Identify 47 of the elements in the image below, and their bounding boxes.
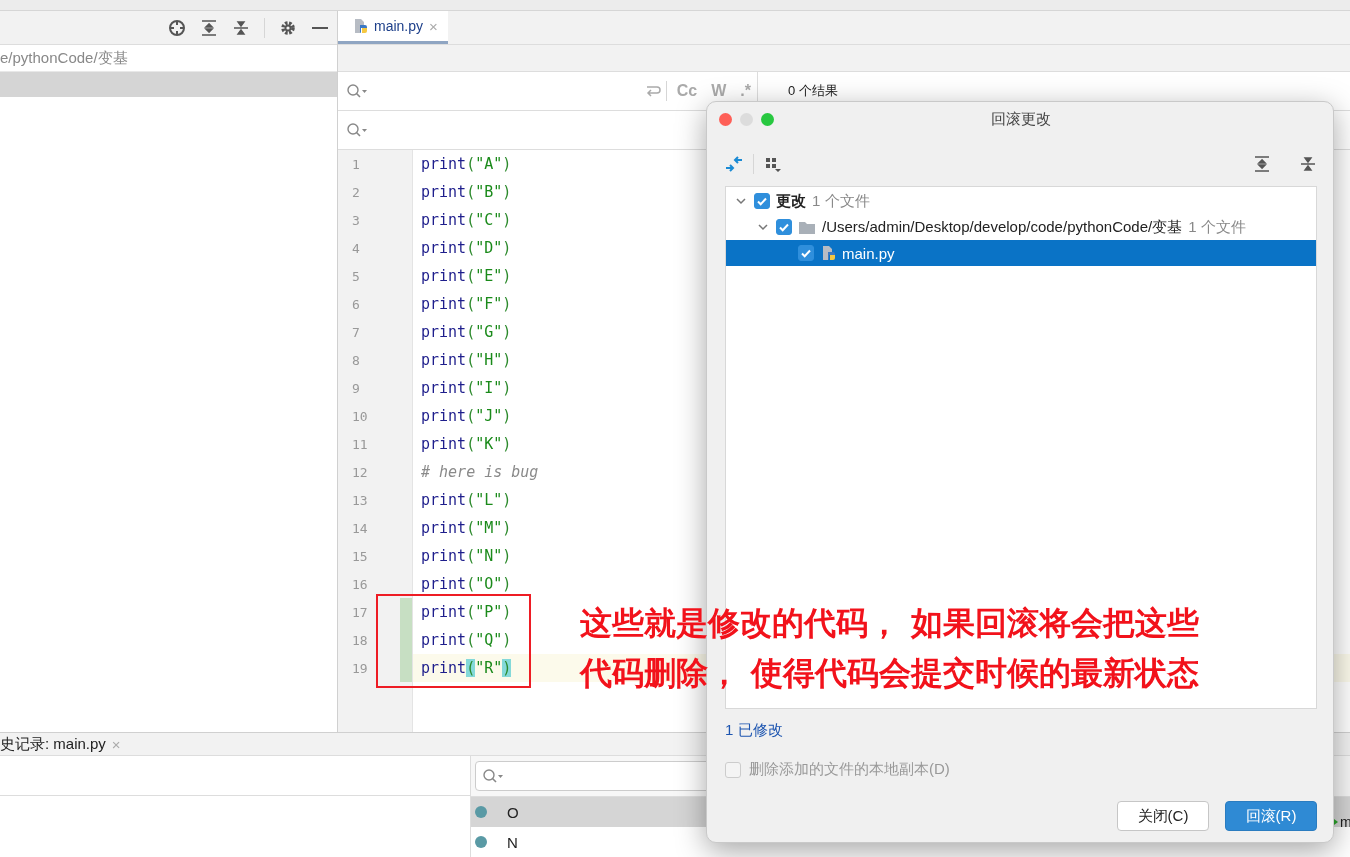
code-line: print("R") (420, 658, 512, 679)
code-line: print("N") (420, 546, 512, 567)
line-number: 4 (351, 239, 361, 258)
result-count: 0 个结果 (787, 82, 839, 100)
checkbox-label: 删除添加的文件的本地副本(D) (749, 760, 950, 779)
line-number: 14 (351, 519, 369, 538)
line-number: 5 (351, 267, 361, 286)
line-number: 1 (351, 155, 361, 174)
code-line: print("F") (420, 294, 512, 315)
code-line: print("L") (420, 490, 512, 511)
line-number: 11 (351, 435, 369, 454)
code-line: print("Q") (420, 630, 512, 651)
code-line: print("A") (420, 154, 512, 175)
tree-label: 更改 (776, 191, 806, 211)
line-number: 10 (351, 407, 369, 426)
line-number: 7 (351, 323, 361, 342)
line-number: 3 (351, 211, 361, 230)
line-number: 12 (351, 463, 369, 482)
code-line: print("H") (420, 350, 512, 371)
code-line: print("K") (420, 434, 512, 455)
code-comment: # here is bug (420, 462, 539, 483)
edge-text: m (1340, 814, 1350, 830)
code-line: print("M") (420, 518, 512, 539)
breadcrumb-path: e/pythonCode/变基 (0, 48, 128, 68)
code-line: print("O") (420, 574, 512, 595)
code-line: print("D") (420, 238, 512, 259)
code-line: print("B") (420, 182, 512, 203)
annotation-text: 这些就是修改的代码， 如果回滚将会把这些 (580, 603, 1200, 644)
tree-label: /Users/admin/Desktop/develop/code/pythonCode/变基 (822, 217, 1183, 237)
tree-label: main.py (842, 244, 895, 262)
line-number: 16 (351, 575, 369, 594)
file-count: 1 个文件 (1188, 217, 1246, 237)
line-number: 2 (351, 183, 361, 202)
annotation-text: 代码删除， 使得代码会提交时候的最新状态 (580, 653, 1200, 694)
code-line: print("C") (420, 210, 512, 231)
dialog-title: 回滚更改 (991, 109, 1051, 127)
code-line: print("G") (420, 322, 512, 343)
code-line: print("E") (420, 266, 512, 287)
code-line: print("P") (420, 602, 512, 623)
line-number: 15 (351, 547, 369, 566)
code-line: print("J") (420, 406, 512, 427)
line-number: 6 (351, 295, 361, 314)
code-line: print("I") (420, 378, 512, 399)
file-count: 1 个文件 (812, 191, 870, 211)
line-number: 13 (351, 491, 369, 510)
line-number: 8 (351, 351, 361, 370)
line-number: 9 (351, 379, 361, 398)
